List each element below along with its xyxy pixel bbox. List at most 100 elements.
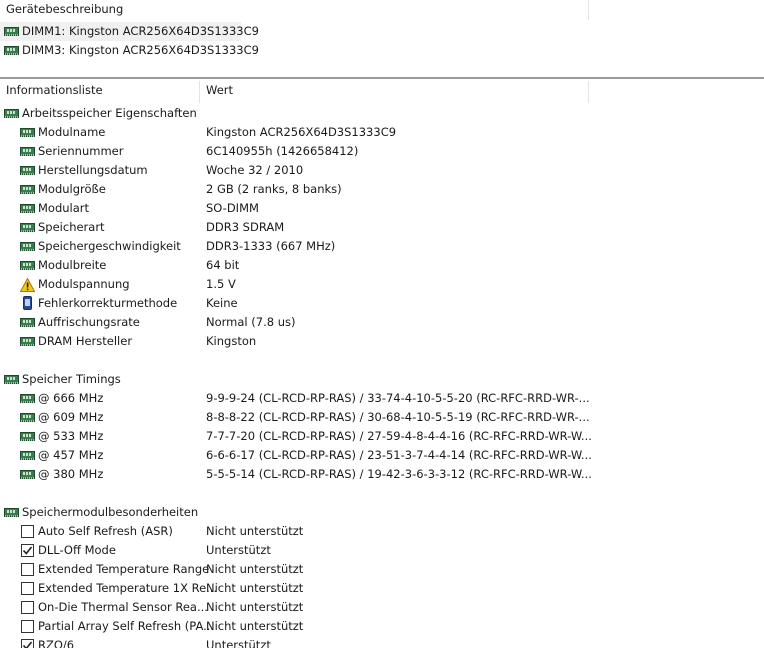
field-name: @ 666 MHz	[38, 391, 104, 405]
field-name: DRAM Hersteller	[38, 334, 133, 348]
column-separator[interactable]	[588, 81, 589, 103]
field-name: Modulgröße	[38, 182, 106, 196]
group-title: Speicher Timings	[22, 372, 121, 386]
field-value: Kingston ACR256X64D3S1333C9	[206, 125, 397, 139]
field-value: 6-6-6-17 (CL-RCD-RP-RAS) / 23-51-3-7-4-4…	[206, 448, 592, 462]
info-list-header[interactable]: Informationsliste Wert	[0, 81, 764, 103]
field-name: On-Die Thermal Sensor Rea...	[38, 600, 208, 614]
field-value: DDR3 SDRAM	[206, 220, 285, 234]
ram-icon	[20, 166, 35, 175]
info-row-dll-off-mode[interactable]: DLL-Off Mode Unterstützt	[0, 541, 764, 560]
info-row-modulspannung[interactable]: Modulspannung 1.5 V	[0, 275, 764, 294]
column-header-value[interactable]: Wert	[206, 81, 233, 100]
field-value: Normal (7.8 us)	[206, 315, 296, 329]
info-row-modulbreite[interactable]: Modulbreite 64 bit	[0, 256, 764, 275]
ram-icon	[20, 451, 35, 460]
checkbox-checked	[21, 639, 34, 648]
checkbox-checked	[21, 544, 34, 557]
field-value: Unterstützt	[206, 543, 271, 557]
ram-icon	[20, 394, 35, 403]
info-row-herstellungsdatum[interactable]: Herstellungsdatum Woche 32 / 2010	[0, 161, 764, 180]
info-row-666-mhz[interactable]: @ 666 MHz 9-9-9-24 (CL-RCD-RP-RAS) / 33-7…	[0, 389, 764, 408]
field-value: 6C140955h (1426658412)	[206, 144, 359, 158]
ram-icon	[20, 337, 35, 346]
warning-icon	[19, 277, 36, 292]
column-header-name[interactable]: Informationsliste	[6, 81, 103, 100]
info-row-609-mhz[interactable]: @ 609 MHz 8-8-8-22 (CL-RCD-RP-RAS) / 30-6…	[0, 408, 764, 427]
field-value: Keine	[206, 296, 238, 310]
device-label: DIMM3: Kingston ACR256X64D3S1333C9	[22, 43, 259, 57]
group-arbeitsspeicher-eigenschaften[interactable]: Arbeitsspeicher Eigenschaften	[0, 104, 764, 123]
field-name: Extended Temperature Range	[38, 562, 210, 576]
group-speicher-timings[interactable]: Speicher Timings	[0, 370, 764, 389]
device-item[interactable]: DIMM3: Kingston ACR256X64D3S1333C9	[0, 41, 259, 60]
info-row-380-mhz[interactable]: @ 380 MHz 5-5-5-14 (CL-RCD-RP-RAS) / 19-4…	[0, 465, 764, 484]
info-row-modulname[interactable]: Modulname Kingston ACR256X64D3S1333C9	[0, 123, 764, 142]
info-row-auto-self-refresh-asr[interactable]: Auto Self Refresh (ASR) Nicht unterstützt	[0, 522, 764, 541]
ram-icon	[20, 432, 35, 441]
field-name: @ 380 MHz	[38, 467, 104, 481]
field-name: Partial Array Self Refresh (PA...	[38, 619, 215, 633]
field-value: 1.5 V	[206, 277, 236, 291]
checkbox-unchecked	[21, 563, 34, 576]
info-row-533-mhz[interactable]: @ 533 MHz 7-7-7-20 (CL-RCD-RP-RAS) / 27-5…	[0, 427, 764, 446]
field-value: DDR3-1333 (667 MHz)	[206, 239, 336, 253]
field-name: Herstellungsdatum	[38, 163, 148, 177]
ram-icon	[4, 508, 19, 517]
device-column-header[interactable]: Gerätebeschreibung	[6, 0, 123, 19]
field-name: Speicherart	[38, 220, 105, 234]
group-speichermodulbesonderheiten[interactable]: Speichermodulbesonderheiten	[0, 503, 764, 522]
column-separator[interactable]	[588, 0, 589, 20]
info-row-rzq-6[interactable]: RZQ/6 Unterstützt	[0, 636, 764, 648]
device-item[interactable]: DIMM1: Kingston ACR256X64D3S1333C9	[0, 22, 259, 41]
ram-icon	[20, 147, 35, 156]
info-row-speicherart[interactable]: Speicherart DDR3 SDRAM	[0, 218, 764, 237]
checkbox-unchecked	[21, 582, 34, 595]
field-value: 5-5-5-14 (CL-RCD-RP-RAS) / 19-42-3-6-3-3…	[206, 467, 592, 481]
field-name: Modulart	[38, 201, 90, 215]
field-value: 9-9-9-24 (CL-RCD-RP-RAS) / 33-74-4-10-5-…	[206, 391, 590, 405]
group-title: Arbeitsspeicher Eigenschaften	[22, 106, 197, 120]
field-value: 2 GB (2 ranks, 8 banks)	[206, 182, 342, 196]
info-row-extended-temperature-range[interactable]: Extended Temperature Range Nicht unterstü…	[0, 560, 764, 579]
ram-icon	[4, 46, 19, 55]
ram-icon	[4, 27, 19, 36]
ram-icon	[20, 318, 35, 327]
field-name: Auffrischungsrate	[38, 315, 140, 329]
info-row-dram-hersteller[interactable]: DRAM Hersteller Kingston	[0, 332, 764, 351]
column-separator[interactable]	[199, 81, 200, 103]
pane-splitter[interactable]	[0, 77, 764, 79]
checkbox-unchecked	[21, 525, 34, 538]
info-row-457-mhz[interactable]: @ 457 MHz 6-6-6-17 (CL-RCD-RP-RAS) / 23-5…	[0, 446, 764, 465]
field-value: Nicht unterstützt	[206, 581, 304, 595]
info-row-modulart[interactable]: Modulart SO-DIMM	[0, 199, 764, 218]
field-name: Extended Temperature 1X Re...	[38, 581, 218, 595]
ram-icon	[20, 185, 35, 194]
info-row-modulgröße[interactable]: Modulgröße 2 GB (2 ranks, 8 banks)	[0, 180, 764, 199]
checkbox-unchecked	[21, 601, 34, 614]
info-row-speichergeschwindigkeit[interactable]: Speichergeschwindigkeit DDR3-1333 (667 MH…	[0, 237, 764, 256]
field-value: 8-8-8-22 (CL-RCD-RP-RAS) / 30-68-4-10-5-…	[206, 410, 590, 424]
group-title: Speichermodulbesonderheiten	[22, 505, 199, 519]
field-value: Nicht unterstützt	[206, 524, 304, 538]
field-value: 64 bit	[206, 258, 240, 272]
info-row-fehlerkorrekturmethode[interactable]: Fehlerkorrekturmethode Keine	[0, 294, 764, 313]
info-row-on-die-thermal-sensor-rea[interactable]: On-Die Thermal Sensor Rea... Nicht unters…	[0, 598, 764, 617]
info-row-auffrischungsrate[interactable]: Auffrischungsrate Normal (7.8 us)	[0, 313, 764, 332]
device-list-header[interactable]: Gerätebeschreibung	[0, 0, 764, 20]
field-value: Nicht unterstützt	[206, 619, 304, 633]
field-value: SO-DIMM	[206, 201, 259, 215]
field-name: Modulbreite	[38, 258, 107, 272]
field-name: @ 533 MHz	[38, 429, 104, 443]
info-row-partial-array-self-refresh-pa[interactable]: Partial Array Self Refresh (PA... Nicht u…	[0, 617, 764, 636]
field-value: Woche 32 / 2010	[206, 163, 304, 177]
ram-icon	[4, 109, 19, 118]
checkbox-unchecked	[21, 620, 34, 633]
info-row-extended-temperature-1x-re[interactable]: Extended Temperature 1X Re... Nicht unter…	[0, 579, 764, 598]
field-value: Nicht unterstützt	[206, 562, 304, 576]
field-value: Unterstützt	[206, 638, 271, 648]
field-value: 7-7-7-20 (CL-RCD-RP-RAS) / 27-59-4-8-4-4…	[206, 429, 592, 443]
field-name: Modulspannung	[38, 277, 130, 291]
info-row-seriennummer[interactable]: Seriennummer 6C140955h (1426658412)	[0, 142, 764, 161]
ram-icon	[20, 470, 35, 479]
